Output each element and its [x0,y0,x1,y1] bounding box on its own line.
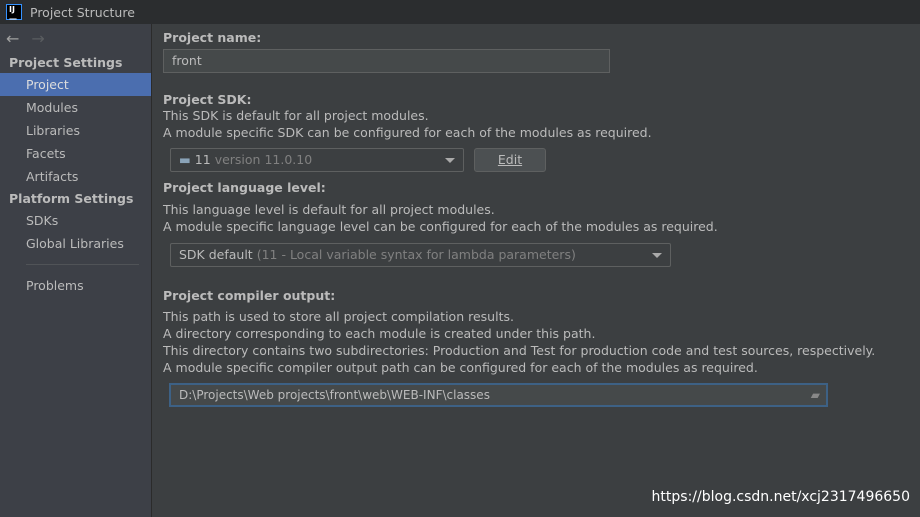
forward-arrow-icon[interactable]: → [31,29,44,48]
sidebar-item-project[interactable]: Project [0,73,151,96]
sidebar-item-libraries[interactable]: Libraries [0,119,151,142]
sdk-description: A module specific SDK can be configured … [163,125,652,140]
compiler-output-input[interactable]: D:\Projects\Web projects\front\web\WEB-I… [169,383,828,407]
browse-folder-icon[interactable]: ▰ [811,385,820,405]
chevron-down-icon [652,253,662,258]
chevron-down-icon [445,158,455,163]
language-description: A module specific language level can be … [163,219,718,234]
sidebar-item-problems[interactable]: Problems [0,274,151,297]
project-sdk-label: Project SDK: [163,92,252,107]
title-bar: IJ — Project Structure [0,0,920,24]
sidebar-item-sdks[interactable]: SDKs [0,209,151,232]
project-sdk-dropdown[interactable]: ▬ 11 version 11.0.10 [170,148,464,172]
language-level-dropdown[interactable]: SDK default (11 - Local variable syntax … [170,243,671,267]
edit-sdk-button[interactable]: Edit [474,148,546,172]
compiler-output-description: This path is used to store all project c… [163,309,514,324]
back-arrow-icon[interactable]: ← [6,29,19,48]
language-description: This language level is default for all p… [163,202,495,217]
sidebar: ← → Project Settings Project Modules Librar… [0,24,152,517]
compiler-output-label: Project compiler output: [163,288,336,303]
sidebar-group-header: Project Settings [9,55,123,70]
project-name-input[interactable]: front [163,49,610,73]
divider [26,264,139,265]
sdk-folder-icon: ▬ [179,152,191,167]
sdk-description: This SDK is default for all project modu… [163,108,429,123]
compiler-output-description: This directory contains two subdirectori… [163,343,876,358]
sidebar-item-global-libraries[interactable]: Global Libraries [0,232,151,255]
sidebar-item-facets[interactable]: Facets [0,142,151,165]
compiler-output-description: A module specific compiler output path c… [163,360,758,375]
sidebar-item-artifacts[interactable]: Artifacts [0,165,151,188]
sidebar-item-modules[interactable]: Modules [0,96,151,119]
sidebar-group-header: Platform Settings [9,191,134,206]
watermark: https://blog.csdn.net/xcj2317496650 [651,489,910,505]
compiler-output-description: A directory corresponding to each module… [163,326,596,341]
intellij-logo-icon: IJ — [6,4,22,23]
project-name-label: Project name: [163,30,262,45]
window-title: Project Structure [30,4,135,20]
language-level-label: Project language level: [163,180,326,195]
